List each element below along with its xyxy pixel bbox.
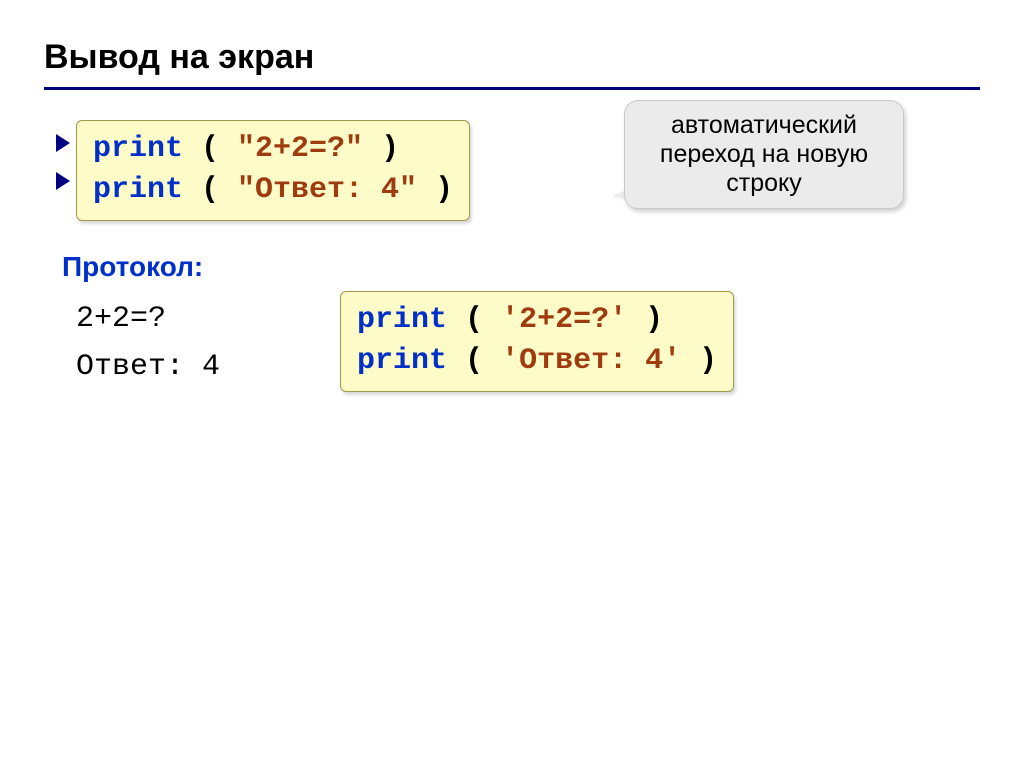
punct: ) [417,173,453,207]
output-line: 2+2=? [76,302,166,336]
punct: ( [183,173,237,207]
code-block-1: print ( "2+2=?" ) print ( "Ответ: 4" ) [76,120,470,221]
bullet-column [56,134,70,190]
punct: ( [447,344,501,378]
punct: ) [681,344,717,378]
row-code-callout: print ( "2+2=?" ) print ( "Ответ: 4" ) а… [44,120,980,221]
string-literal: "2+2=?" [237,132,363,166]
keyword: print [93,173,183,207]
output-block: 2+2=? Ответ: 4 [76,295,220,391]
protocol-label: Протокол: [62,251,980,283]
punct: ) [627,303,663,337]
code-block-2: print ( '2+2=?' ) print ( 'Ответ: 4' ) [340,291,734,392]
row-output-code: 2+2=? Ответ: 4 print ( '2+2=?' ) print (… [44,291,980,392]
string-literal: "Ответ: 4" [237,173,417,207]
punct: ( [183,132,237,166]
title-rule [44,87,980,90]
callout-box: автоматический переход на новую строку [624,100,904,209]
punct: ( [447,303,501,337]
punct: ) [363,132,399,166]
keyword: print [93,132,183,166]
string-literal: 'Ответ: 4' [501,344,681,378]
string-literal: '2+2=?' [501,303,627,337]
keyword: print [357,344,447,378]
bullet-icon [56,172,70,190]
page-title: Вывод на экран [44,38,980,77]
output-line: Ответ: 4 [76,350,220,384]
keyword: print [357,303,447,337]
bullet-icon [56,134,70,152]
